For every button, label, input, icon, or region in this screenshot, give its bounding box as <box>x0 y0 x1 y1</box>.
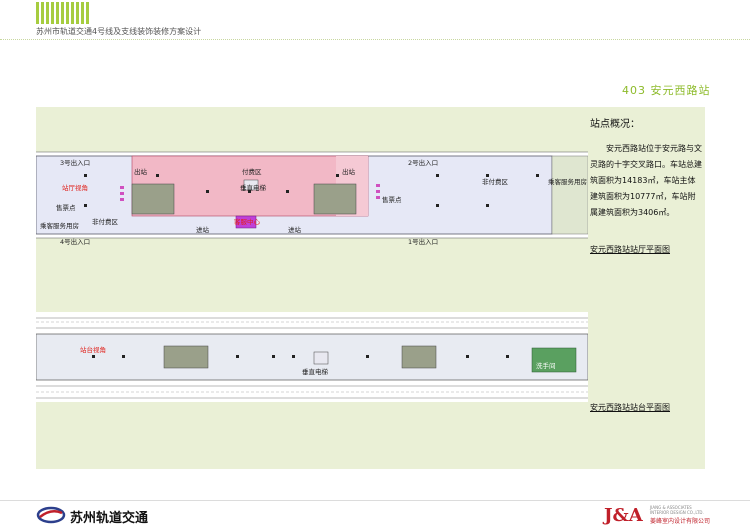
service-room-left-label: 乘客服务用房 <box>40 222 79 230</box>
platform-view-label: 站台视角 <box>80 346 106 354</box>
ticket-point-left-label: 售票点 <box>56 204 76 212</box>
suzhou-metro-logo-icon <box>36 506 66 524</box>
entry-right-label: 进站 <box>288 226 301 234</box>
design-firm-mark: J&A <box>604 505 643 526</box>
exit-1-label: 1号出入口 <box>408 238 439 246</box>
footer-divider <box>0 500 750 501</box>
platform-plan-labels: 站台视角 垂直电梯 洗手间 <box>36 312 588 402</box>
exit-out-left-label: 出站 <box>134 168 147 176</box>
service-room-right-label: 乘客服务用房 <box>548 178 587 186</box>
overview-body: 安元西路站位于安元路与文灵路的十字交叉路口。车站总建筑面积为14183㎡，车站主… <box>590 144 702 217</box>
design-firm-en-line2: INTERIOR DESIGN CO.,LTD. <box>650 510 704 515</box>
exit-3-label: 3号出入口 <box>60 159 91 167</box>
hall-view-label: 站厅视角 <box>62 184 88 192</box>
hall-plan-caption: 安元西路站站厅平面图 <box>590 245 670 254</box>
ticket-point-right-label: 售票点 <box>382 196 402 204</box>
design-firm-cn: 姜峰室内设计有限公司 <box>650 518 711 525</box>
platform-plan-caption: 安元西路站站台平面图 <box>590 403 670 412</box>
service-center-label: 客服中心 <box>234 218 260 226</box>
overview-title: 站点概况： <box>590 119 640 130</box>
project-title: 苏州市轨道交通4号线及支线装饰装修方案设计 <box>36 27 202 36</box>
elevator-label: 垂直电梯 <box>240 184 266 192</box>
design-firm-en: JIANG & ASSOCIATES INTERIOR DESIGN CO.,L… <box>650 505 704 515</box>
section-title: 403 安元西路站 <box>622 84 711 97</box>
platform-elevator-label: 垂直电梯 <box>302 368 328 376</box>
exit-out-right-label: 出站 <box>342 168 355 176</box>
paid-area-label: 付费区 <box>242 168 262 176</box>
footer-brand: 苏州轨道交通 <box>70 511 149 526</box>
exit-2-label: 2号出入口 <box>408 159 439 167</box>
entry-left-label: 进站 <box>196 226 209 234</box>
station-overview: 站点概况： 安元西路站位于安元路与文灵路的十字交叉路口。车站总建筑面积为1418… <box>590 117 702 221</box>
header-divider <box>0 39 750 40</box>
header-bars-logo <box>36 2 89 24</box>
washroom-label: 洗手间 <box>536 362 556 370</box>
exit-4-label: 4号出入口 <box>60 238 91 246</box>
unpaid-area-right-label: 非付费区 <box>482 178 508 186</box>
hall-plan-labels: 3号出入口 站厅视角 售票点 乘客服务用房 非付费区 4号出入口 出站 付费区 … <box>36 140 588 250</box>
unpaid-area-left-label: 非付费区 <box>92 218 118 226</box>
